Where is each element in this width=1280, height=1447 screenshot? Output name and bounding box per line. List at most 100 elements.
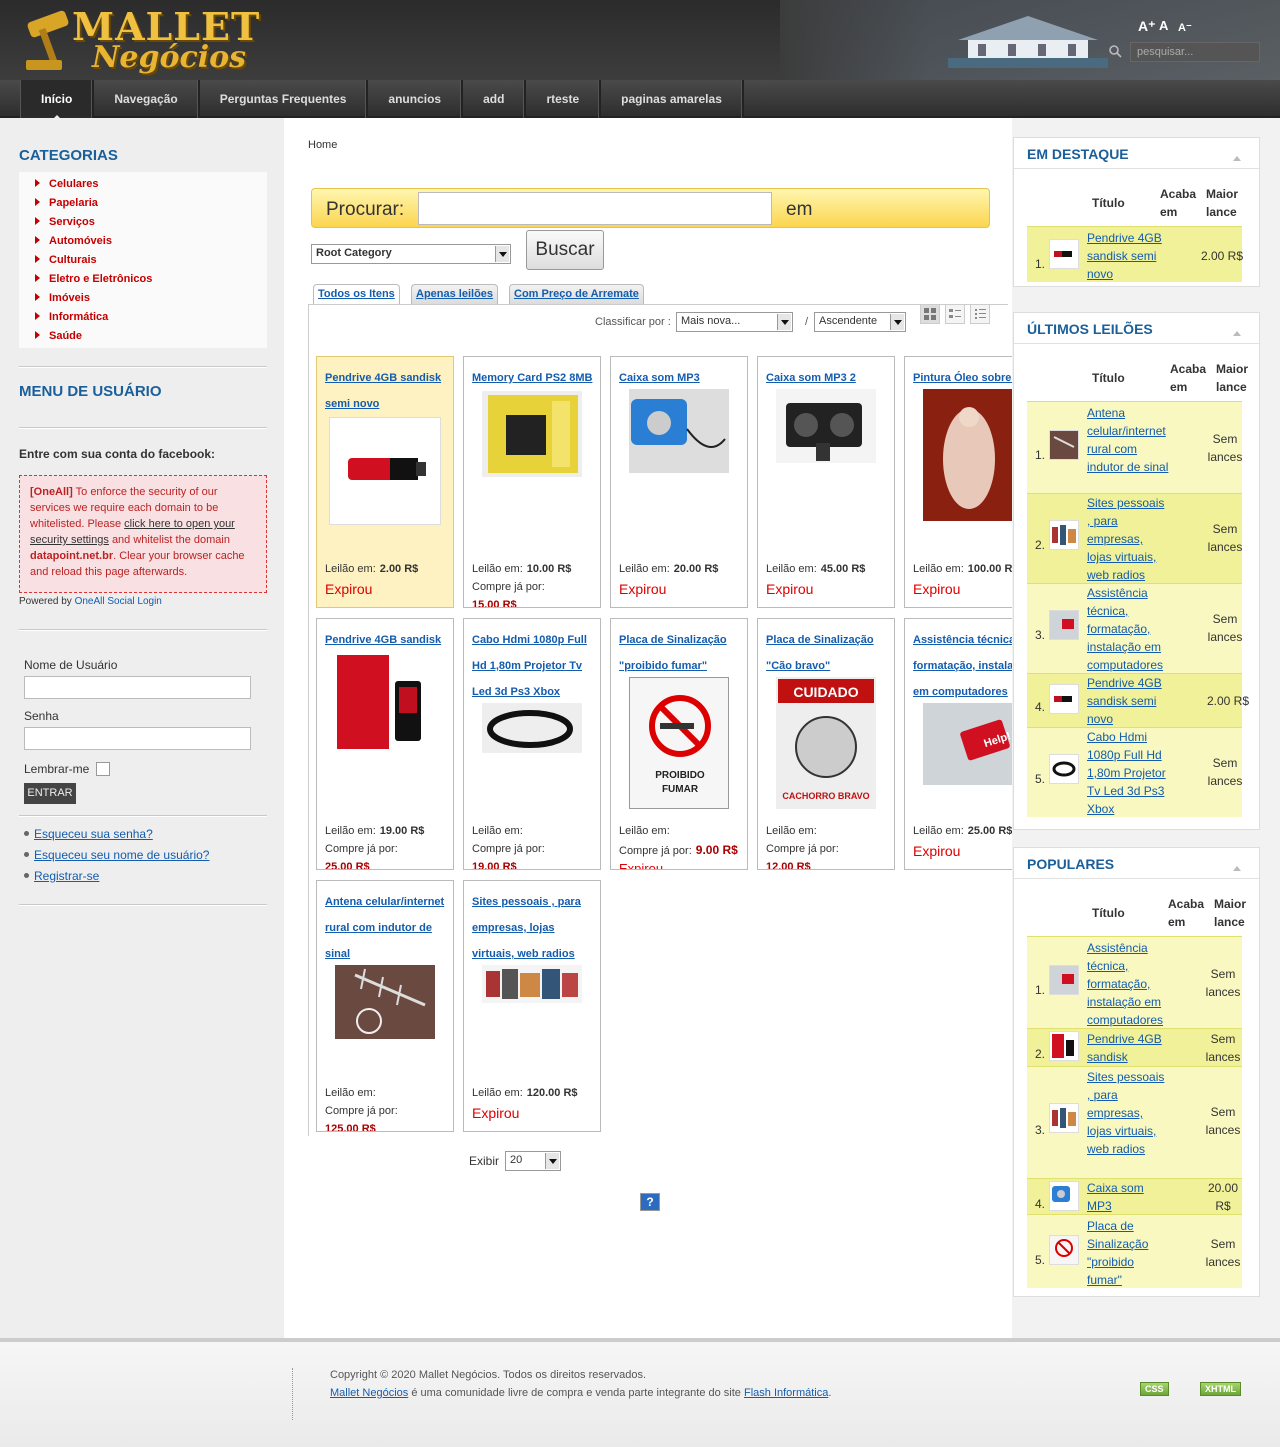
forgot-password-link[interactable]: Esqueceu sua senha? — [34, 827, 153, 841]
category-informatica[interactable]: Informática — [49, 311, 108, 323]
register-link[interactable]: Registrar-se — [34, 869, 99, 883]
category-eletro[interactable]: Eletro e Eletrônicos — [49, 273, 152, 285]
row-title-link[interactable]: Cabo Hdmi 1080p Full Hd 1,80m Projetor T… — [1087, 728, 1169, 818]
category-automoveis[interactable]: Automóveis — [49, 235, 112, 247]
remember-me-checkbox[interactable] — [96, 762, 110, 776]
product-card[interactable]: Pendrive 4GB sandisk Leilão em: 19.00 R$ … — [316, 618, 454, 870]
nav-item-paginas-amarelas[interactable]: paginas amarelas — [601, 80, 744, 118]
popular-row[interactable]: 1. Assistência técnica, formatação, inst… — [1027, 936, 1242, 1028]
product-card[interactable]: Caixa som MP3 2 Leilão em: 45.00 R$ Expir… — [757, 356, 895, 608]
list-view-icon[interactable] — [945, 304, 965, 324]
category-select[interactable]: Root Category — [311, 244, 511, 264]
row-thumbnail[interactable] — [1049, 1235, 1079, 1265]
username-input[interactable] — [24, 676, 251, 699]
row-title-link[interactable]: Placa de Sinalização "proibido fumar" — [1087, 1217, 1169, 1289]
order-select[interactable]: Ascendente — [814, 312, 906, 332]
product-title-link[interactable]: Sites pessoais , para empresas, lojas vi… — [472, 889, 596, 967]
css-valid-badge[interactable]: CSS — [1140, 1382, 1169, 1396]
collapse-icon[interactable] — [1233, 152, 1241, 161]
product-image[interactable]: Help! — [923, 703, 1019, 785]
xhtml-valid-badge[interactable]: XHTML — [1200, 1382, 1241, 1396]
category-culturais[interactable]: Culturais — [49, 254, 97, 266]
product-card[interactable]: Placa de Sinalização "Cão bravo" CUIDADO… — [757, 618, 895, 870]
header-search-input[interactable]: pesquisar... — [1130, 42, 1260, 62]
product-card[interactable]: Sites pessoais , para empresas, lojas vi… — [463, 880, 601, 1132]
grid-view-icon[interactable] — [920, 304, 940, 324]
font-increase-button[interactable]: A⁺ — [1138, 18, 1156, 35]
site-logo[interactable]: MALLET Negócios — [22, 4, 259, 76]
popular-row[interactable]: 4. Caixa som MP3 20.00 R$ — [1027, 1178, 1242, 1214]
row-thumbnail[interactable] — [1049, 610, 1079, 640]
help-icon[interactable]: ? — [640, 1193, 660, 1211]
row-title-link[interactable]: Sites pessoais , para empresas, lojas vi… — [1087, 494, 1169, 584]
latest-row[interactable]: 4. Pendrive 4GB sandisk semi novo 2.00 R… — [1027, 673, 1249, 728]
featured-row[interactable]: 1. Pendrive 4GB sandisk semi novo 2.00 R… — [1027, 226, 1243, 283]
category-papelaria[interactable]: Papelaria — [49, 197, 98, 209]
password-input[interactable] — [24, 727, 251, 750]
category-saude[interactable]: Saúde — [49, 330, 82, 342]
sort-select[interactable]: Mais nova... — [676, 312, 793, 332]
popular-row[interactable]: 5. Placa de Sinalização "proibido fumar"… — [1027, 1214, 1242, 1288]
latest-row[interactable]: 5. Cabo Hdmi 1080p Full Hd 1,80m Projeto… — [1027, 727, 1242, 817]
category-servicos[interactable]: Serviços — [49, 216, 95, 228]
popular-row[interactable]: 3. Sites pessoais , para empresas, lojas… — [1027, 1066, 1242, 1178]
row-title-link[interactable]: Pendrive 4GB sandisk semi novo — [1087, 674, 1169, 728]
collapse-icon[interactable] — [1233, 327, 1241, 336]
product-card[interactable]: Pendrive 4GB sandisk semi novo Leilão em… — [316, 356, 454, 608]
latest-row[interactable]: 1. Antena celular/internet rural com ind… — [1027, 401, 1242, 493]
product-card[interactable]: Placa de Sinalização "proibido fumar" PR… — [610, 618, 748, 870]
product-card[interactable]: Memory Card PS2 8MB Leilão em: 10.00 R$ C… — [463, 356, 601, 608]
product-title-link[interactable]: Cabo Hdmi 1080p Full Hd 1,80m Projetor T… — [472, 627, 596, 705]
product-image[interactable] — [482, 965, 582, 1003]
row-title-link[interactable]: Antena celular/internet rural com induto… — [1087, 404, 1169, 476]
row-thumbnail[interactable] — [1049, 684, 1079, 714]
tab-preco-arremate[interactable]: Com Preço de Arremate — [509, 284, 644, 304]
tab-todos-os-itens[interactable]: Todos os Itens — [313, 284, 400, 305]
compact-view-icon[interactable] — [970, 304, 990, 324]
product-title-link[interactable]: Antena celular/internet rural com induto… — [325, 889, 449, 967]
nav-item-inicio[interactable]: Início — [21, 80, 95, 120]
product-image[interactable] — [776, 389, 876, 463]
product-card[interactable]: Cabo Hdmi 1080p Full Hd 1,80m Projetor T… — [463, 618, 601, 870]
footer-site-link[interactable]: Mallet Negócios — [330, 1387, 408, 1399]
row-thumbnail[interactable] — [1049, 965, 1079, 995]
tab-apenas-leiloes[interactable]: Apenas leilões — [411, 284, 499, 304]
login-button[interactable]: ENTRAR — [24, 783, 76, 804]
row-title-link[interactable]: Pendrive 4GB sandisk semi novo — [1087, 229, 1169, 283]
row-title-link[interactable]: Assistência técnica, formatação, instala… — [1087, 584, 1169, 674]
product-image[interactable] — [329, 417, 441, 525]
forgot-username-link[interactable]: Esqueceu seu nome de usuário? — [34, 848, 209, 862]
latest-row[interactable]: 3. Assistência técnica, formatação, inst… — [1027, 583, 1242, 673]
collapse-icon[interactable] — [1233, 862, 1241, 871]
row-title-link[interactable]: Pendrive 4GB sandisk — [1087, 1030, 1169, 1066]
product-image[interactable]: PROIBIDO FUMAR — [629, 677, 729, 809]
product-title-link[interactable]: Caixa som MP3 — [619, 365, 743, 391]
product-card[interactable]: Caixa som MP3 Leilão em: 20.00 R$ Expirou — [610, 356, 748, 608]
nav-item-add[interactable]: add — [463, 80, 527, 118]
footer-partner-link[interactable]: Flash Informática — [744, 1387, 828, 1399]
row-thumbnail[interactable] — [1049, 239, 1079, 269]
product-title-link[interactable]: Placa de Sinalização "Cão bravo" — [766, 627, 890, 679]
row-title-link[interactable]: Sites pessoais , para empresas, lojas vi… — [1087, 1068, 1169, 1158]
product-title-link[interactable]: Pendrive 4GB sandisk — [325, 627, 449, 653]
product-card[interactable]: Antena celular/internet rural com induto… — [316, 880, 454, 1132]
product-image[interactable] — [923, 389, 1015, 521]
row-thumbnail[interactable] — [1049, 1103, 1079, 1133]
row-thumbnail[interactable] — [1049, 1031, 1079, 1061]
product-image[interactable] — [482, 391, 582, 477]
product-image[interactable] — [335, 965, 435, 1039]
product-image[interactable] — [335, 651, 435, 751]
oneall-social-login-link[interactable]: OneAll Social Login — [75, 596, 162, 607]
product-title-link[interactable]: Caixa som MP3 2 — [766, 365, 890, 391]
latest-row[interactable]: 2. Sites pessoais , para empresas, lojas… — [1027, 493, 1242, 583]
nav-item-navegacao[interactable]: Navegação — [94, 80, 200, 118]
font-reset-button[interactable]: A — [1159, 18, 1168, 33]
product-title-link[interactable]: Memory Card PS2 8MB — [472, 365, 596, 391]
search-button[interactable]: Buscar — [526, 230, 604, 270]
row-thumbnail[interactable] — [1049, 430, 1079, 460]
row-thumbnail[interactable] — [1049, 1181, 1079, 1211]
product-title-link[interactable]: Pendrive 4GB sandisk semi novo — [325, 365, 449, 417]
nav-item-anuncios[interactable]: anuncios — [368, 80, 464, 118]
breadcrumb[interactable]: Home — [308, 139, 337, 151]
row-thumbnail[interactable] — [1049, 754, 1079, 784]
